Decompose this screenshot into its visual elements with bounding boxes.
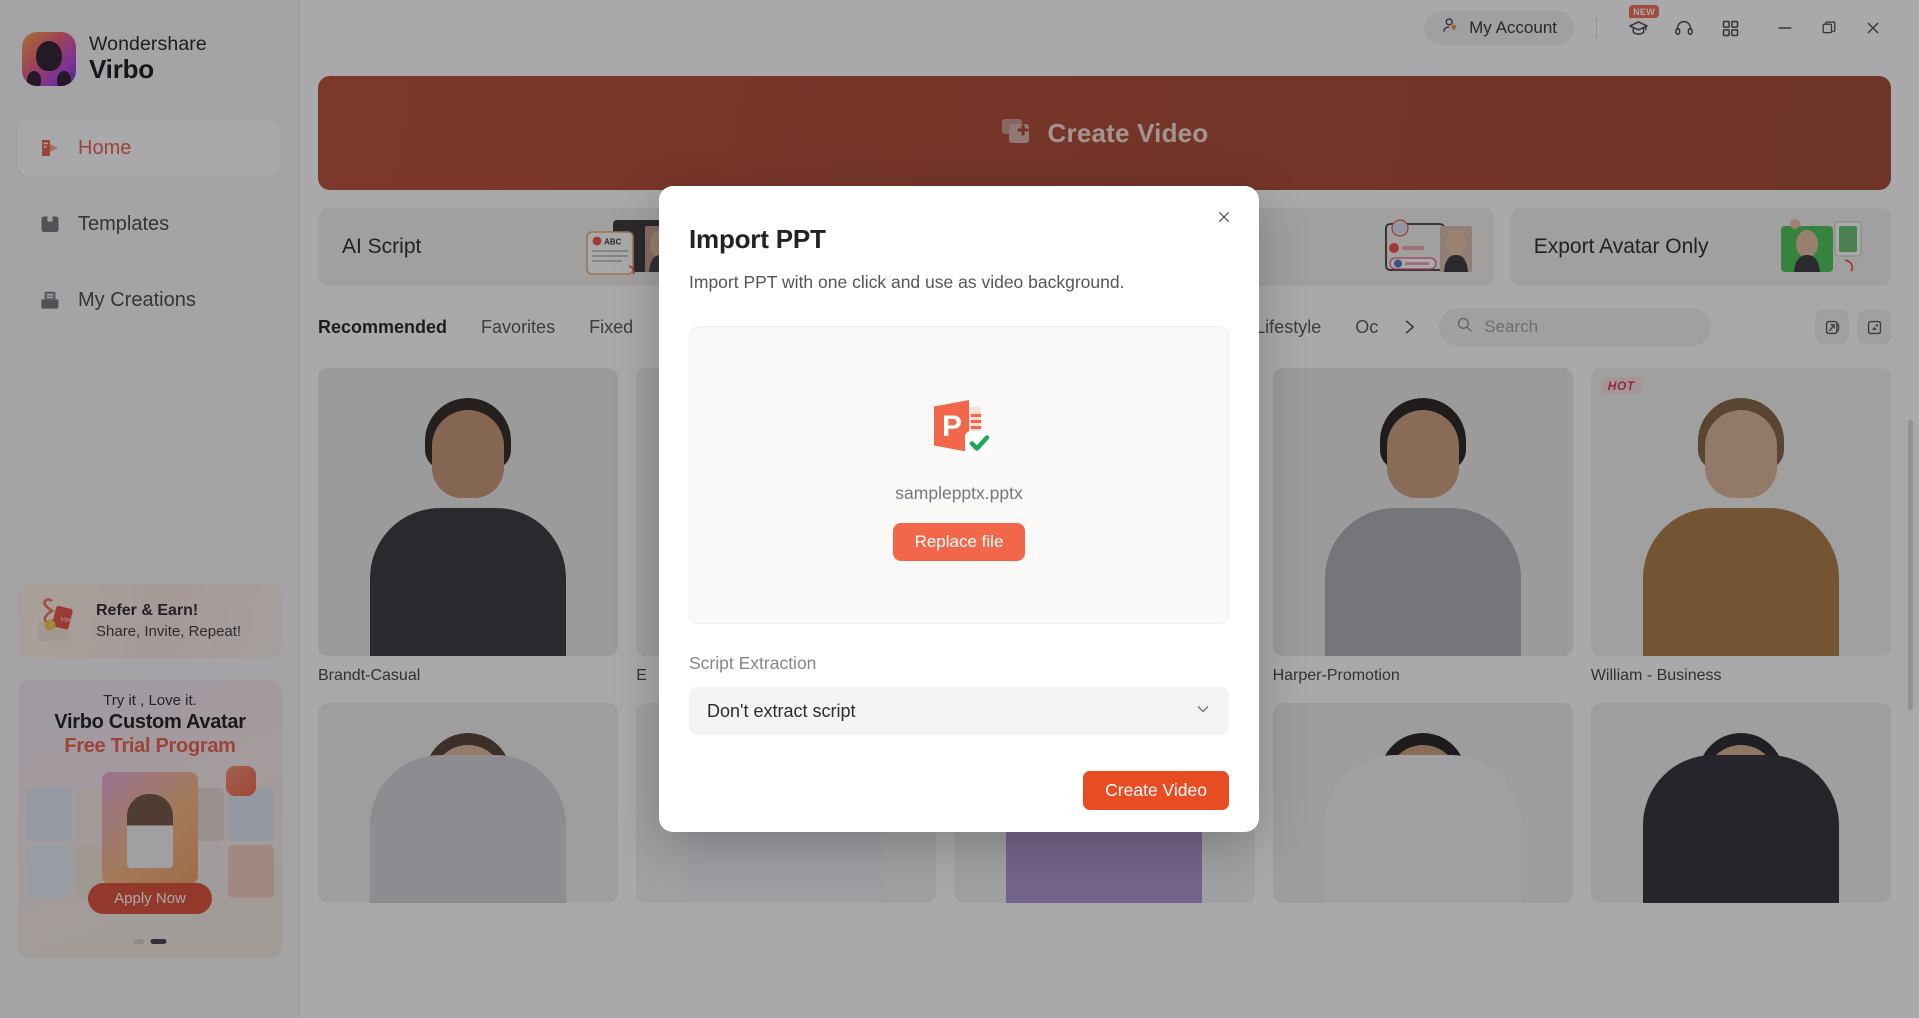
uploaded-file-name: samplepptx.pptx [895,483,1023,503]
import-ppt-dialog: Import PPT Import PPT with one click and… [659,186,1259,832]
dialog-subtitle: Import PPT with one click and use as vid… [689,272,1125,292]
dialog-title: Import PPT [689,224,826,254]
svg-text:P: P [942,410,962,443]
dialog-footer: Create Video [689,771,1229,810]
chevron-down-icon [1193,699,1213,724]
powerpoint-file-icon: P [922,389,996,463]
script-extraction-value: Don't extract script [707,700,856,721]
file-dropzone[interactable]: P samplepptx.pptx Replace file [689,326,1229,624]
close-icon[interactable] [1209,202,1239,232]
create-video-button[interactable]: Create Video [1083,771,1229,810]
replace-file-button[interactable]: Replace file [892,523,1026,561]
script-extraction-select[interactable]: Don't extract script [689,687,1229,735]
app-window: Wondershare Virbo Home Templates My Crea… [0,0,1919,1018]
script-extraction-label: Script Extraction [689,653,817,673]
